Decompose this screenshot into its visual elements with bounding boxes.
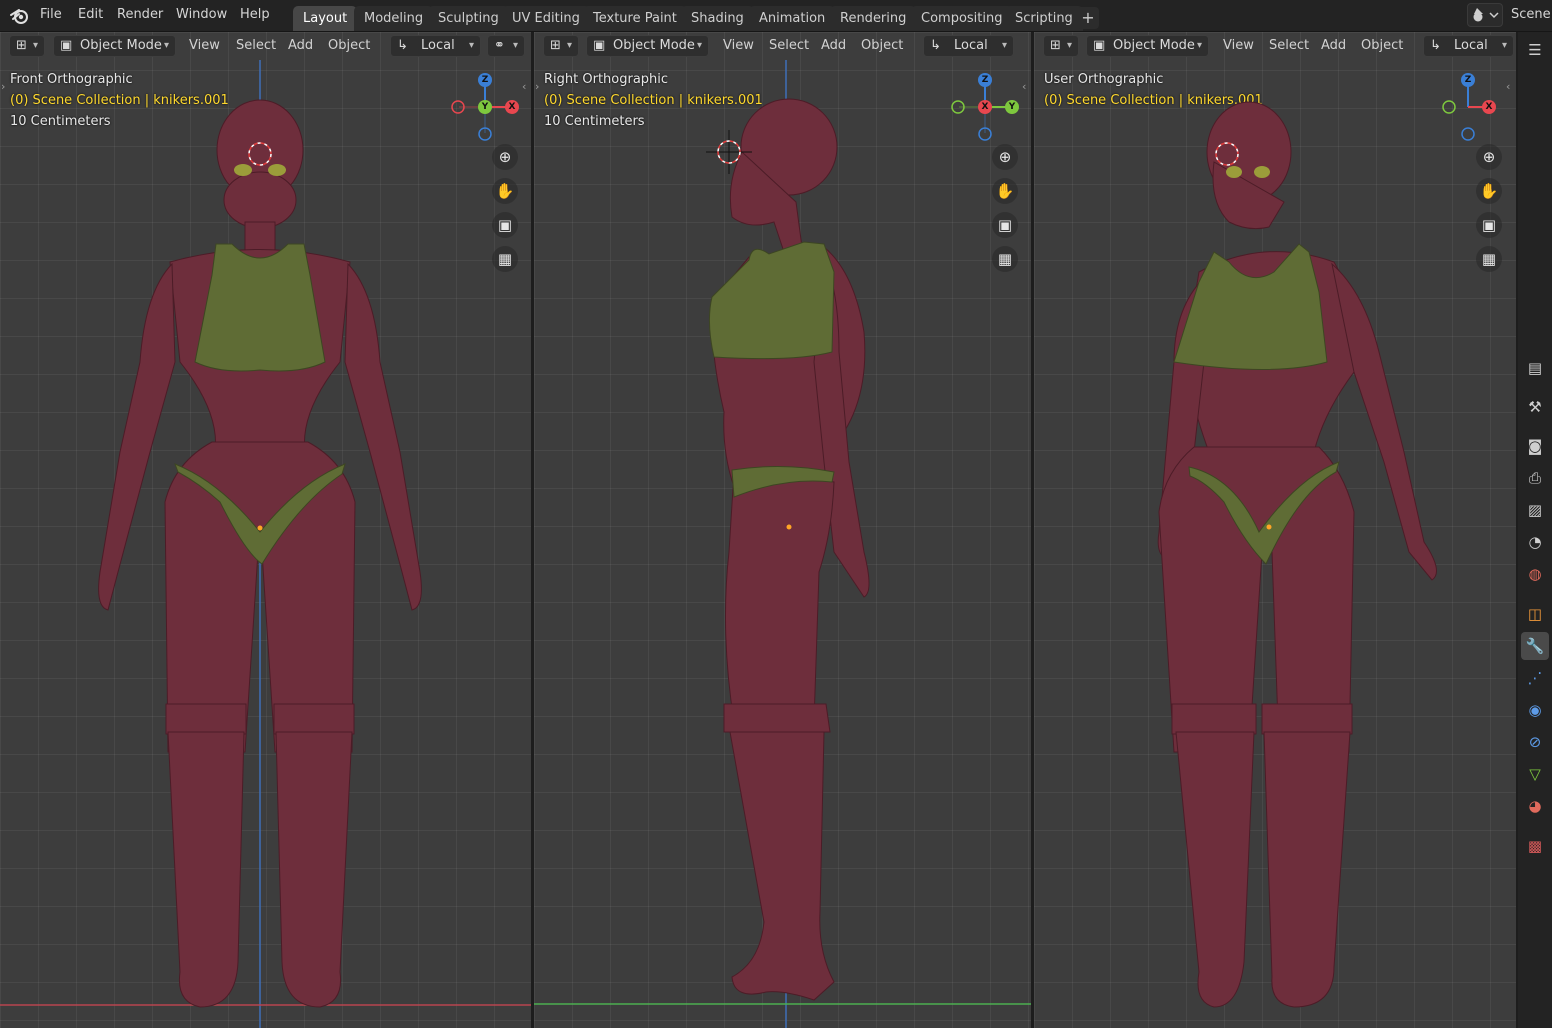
gizmo-x-axis[interactable]: X (1482, 100, 1496, 114)
tab-uv-editing[interactable]: UV Editing (502, 6, 590, 31)
object-origin (1266, 524, 1272, 530)
right-eye (1254, 166, 1270, 178)
constraints-icon[interactable]: ⊘ (1521, 728, 1549, 756)
menu-window[interactable]: Window (176, 7, 227, 22)
object-icon[interactable]: ◫ (1521, 600, 1549, 628)
physics-icon[interactable]: ◉ (1521, 696, 1549, 724)
scene-icon[interactable]: ◔ (1521, 528, 1549, 556)
editor-type-properties-icon[interactable]: ▤ (1521, 354, 1549, 382)
gizmo-y-axis[interactable]: Y (1005, 100, 1019, 114)
render-icon[interactable]: ◙ (1521, 432, 1549, 460)
pan-hand-icon[interactable]: ✋ (492, 178, 518, 204)
top-garment (708, 241, 835, 360)
view-layer-icon[interactable]: ▨ (1521, 496, 1549, 524)
gizmo-z-axis[interactable]: Z (978, 73, 992, 87)
right-viewport-scene (534, 60, 1031, 1028)
top-garment (194, 243, 326, 372)
camera-icon[interactable]: ▣ (992, 212, 1018, 238)
camera-icon[interactable]: ▣ (492, 212, 518, 238)
left-eye (1226, 166, 1242, 178)
scene-icon (1473, 8, 1499, 22)
world-icon[interactable]: ◍ (1521, 560, 1549, 588)
top-bar: File Edit Render Window Help Layout Mode… (0, 0, 1552, 32)
add-workspace-button[interactable]: + (1077, 7, 1099, 29)
menu-edit[interactable]: Edit (78, 7, 103, 22)
right-eye (268, 164, 286, 176)
pan-hand-icon[interactable]: ✋ (992, 178, 1018, 204)
object-origin (257, 525, 263, 531)
texture-icon[interactable]: ▩ (1521, 832, 1549, 860)
properties-tab-bar: ☰ ▤ ⚒ ◙ ⎙ ▨ ◔ ◍ ◫ 🔧 ⋰ ◉ ⊘ ▽ ◕ ▩ (1518, 32, 1552, 1028)
toolbar-collapse-icon[interactable]: › (1, 80, 5, 93)
tab-sculpting[interactable]: Sculpting (428, 6, 509, 31)
character-perspective-model (1157, 101, 1437, 1008)
user-viewport-scene (1157, 101, 1437, 1008)
viewport-right[interactable]: ⊞ ▾ ▣ Object Mode ▾ View Select Add Object … (534, 32, 1031, 1028)
zoom-icon[interactable]: ⊕ (1476, 144, 1502, 170)
output-icon[interactable]: ⎙ (1521, 464, 1549, 492)
gizmo-x-axis[interactable]: X (505, 100, 519, 114)
pan-hand-icon[interactable]: ✋ (1476, 178, 1502, 204)
navigation-gizmo[interactable]: Z X (1436, 72, 1516, 142)
front-viewport-scene (0, 60, 531, 1028)
tab-layout[interactable]: Layout (293, 6, 358, 31)
toolbar-collapse-icon[interactable]: › (535, 80, 539, 93)
gizmo-z-axis[interactable]: Z (478, 73, 492, 87)
modifiers-icon[interactable]: 🔧 (1521, 632, 1549, 660)
grid-icon[interactable]: ▦ (1476, 246, 1502, 272)
navigation-gizmo[interactable]: Z Y X (448, 72, 528, 142)
viewport-user[interactable]: ⊞ ▾ ▣ Object Mode ▾ View Select Add Object … (1034, 32, 1516, 1028)
material-icon[interactable]: ◕ (1521, 792, 1549, 820)
grid-icon[interactable]: ▦ (992, 246, 1018, 272)
data-icon[interactable]: ▽ (1521, 760, 1549, 788)
menu-render[interactable]: Render (117, 7, 163, 22)
tab-animation[interactable]: Animation (749, 6, 836, 31)
gizmo-z-axis[interactable]: Z (1461, 73, 1475, 87)
gizmo-x-axis[interactable]: X (978, 100, 992, 114)
viewport-front[interactable]: ⊞ ▾ ▣ Object Mode ▾ View Select Add Object … (0, 32, 531, 1028)
character-side-model (711, 98, 870, 1001)
particles-icon[interactable]: ⋰ (1521, 664, 1549, 692)
tool-icon[interactable]: ⚒ (1521, 393, 1549, 421)
camera-icon[interactable]: ▣ (1476, 212, 1502, 238)
sidebar-collapse-icon[interactable]: ‹ (1506, 80, 1510, 93)
tab-compositing[interactable]: Compositing (911, 6, 1013, 31)
tab-scripting[interactable]: Scripting (1005, 6, 1083, 31)
navigation-gizmo[interactable]: Z X Y (948, 72, 1028, 142)
tab-texture-paint[interactable]: Texture Paint (583, 6, 687, 31)
zoom-icon[interactable]: ⊕ (492, 144, 518, 170)
tab-rendering[interactable]: Rendering (830, 6, 917, 31)
object-origin (786, 524, 792, 530)
sidebar-collapse-icon[interactable]: ‹ (1022, 80, 1026, 93)
zoom-icon[interactable]: ⊕ (992, 144, 1018, 170)
left-eye (234, 164, 252, 176)
outliner-icon[interactable]: ☰ (1521, 36, 1549, 64)
blender-logo-icon[interactable] (9, 6, 31, 26)
scene-name: Scene (1511, 7, 1551, 22)
grid-icon[interactable]: ▦ (492, 246, 518, 272)
sidebar-collapse-icon[interactable]: ‹ (522, 80, 526, 93)
scene-selector[interactable] (1467, 3, 1503, 27)
menu-file[interactable]: File (40, 7, 62, 22)
gizmo-y-axis[interactable]: Y (478, 100, 492, 114)
tab-modeling[interactable]: Modeling (354, 6, 434, 31)
tab-shading[interactable]: Shading (681, 6, 754, 31)
menu-help[interactable]: Help (240, 7, 270, 22)
